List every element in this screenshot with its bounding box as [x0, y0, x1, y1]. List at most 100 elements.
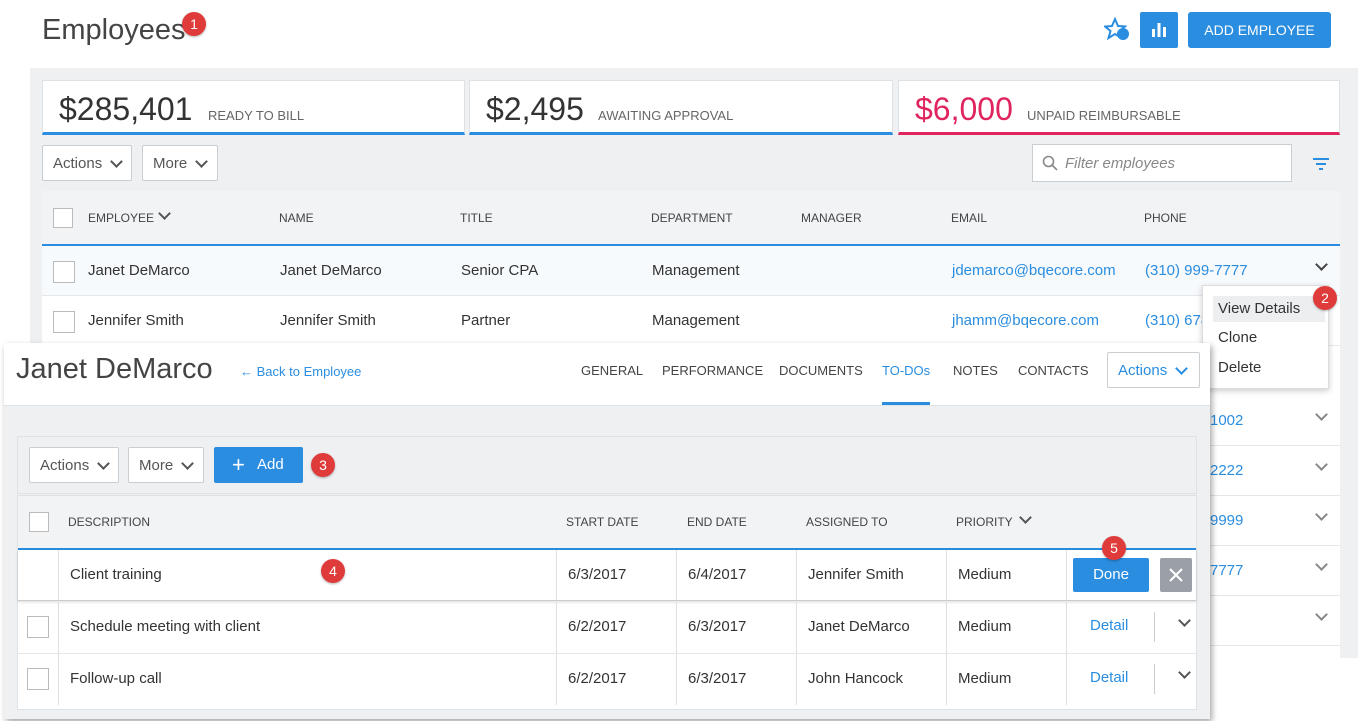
row-menu-chevron-icon[interactable]	[1315, 408, 1328, 421]
cell-start-date[interactable]: 6/3/2017	[568, 566, 626, 583]
callout-badge-4: 4	[321, 559, 345, 583]
tab-contacts[interactable]: CONTACTS	[1018, 363, 1089, 378]
col-end-date[interactable]: END DATE	[687, 515, 747, 529]
row-menu-chevron-icon[interactable]	[1315, 558, 1328, 571]
cell-employee: Jennifer Smith	[88, 312, 184, 329]
cell-end-date: 6/3/2017	[688, 670, 747, 687]
table-row[interactable]: Janet DeMarco Janet DeMarco Senior CPA M…	[42, 246, 1340, 296]
menu-item-delete[interactable]: Delete	[1218, 359, 1261, 376]
col-assigned-to[interactable]: ASSIGNED TO	[806, 515, 888, 529]
card-label: AWAITING APPROVAL	[598, 108, 734, 123]
todo-row[interactable]: Schedule meeting with client 6/2/2017 6/…	[18, 602, 1196, 654]
row-menu-chevron-icon[interactable]	[1178, 614, 1191, 627]
sort-chevron-icon	[158, 207, 171, 220]
row-menu-chevron-icon[interactable]	[1178, 666, 1191, 679]
actions-dropdown[interactable]: Actions	[42, 145, 132, 181]
col-manager[interactable]: MANAGER	[801, 211, 862, 225]
card-amount: $285,401	[59, 91, 193, 127]
cell-description[interactable]: Client training	[70, 566, 162, 583]
col-title[interactable]: TITLE	[460, 211, 493, 225]
more-dropdown[interactable]: More	[142, 145, 218, 181]
detail-actions-dropdown[interactable]: Actions	[1107, 352, 1200, 388]
page-title: Employees	[42, 14, 186, 46]
tab-todos[interactable]: TO-DOs	[882, 363, 930, 378]
tab-documents[interactable]: DOCUMENTS	[779, 363, 863, 378]
search-icon	[1042, 155, 1058, 171]
cell-phone[interactable]: (310) 678	[1145, 312, 1209, 329]
cell-priority[interactable]: Medium	[958, 566, 1011, 583]
cell-name: Jennifer Smith	[280, 312, 376, 329]
row-checkbox[interactable]	[27, 616, 49, 638]
todo-table-header: DESCRIPTION START DATE END DATE ASSIGNED…	[18, 496, 1196, 550]
filter-employees-input[interactable]: Filter employees	[1032, 144, 1292, 182]
add-todo-button[interactable]: + Add	[214, 447, 303, 483]
cell-assigned-to[interactable]: Jennifer Smith	[808, 566, 904, 583]
row-checkbox[interactable]	[53, 261, 75, 283]
tab-general[interactable]: GENERAL	[581, 363, 643, 378]
cell-phone-partial[interactable]: 1002	[1210, 412, 1243, 429]
actions-label: Actions	[1118, 361, 1168, 379]
cell-priority: Medium	[958, 618, 1012, 635]
card-awaiting-approval[interactable]: $2,495 AWAITING APPROVAL	[469, 80, 893, 135]
favorite-star-icon[interactable]	[1102, 16, 1132, 43]
row-checkbox[interactable]	[27, 668, 49, 690]
cell-phone-partial[interactable]: 2222	[1210, 462, 1243, 479]
col-email[interactable]: EMAIL	[951, 211, 987, 225]
row-menu-chevron-icon[interactable]	[1315, 458, 1328, 471]
row-menu-chevron-icon[interactable]	[1315, 508, 1328, 521]
col-name[interactable]: NAME	[279, 211, 314, 225]
col-department[interactable]: DEPARTMENT	[651, 211, 733, 225]
menu-item-clone[interactable]: Clone	[1218, 329, 1257, 346]
cell-end-date: 6/3/2017	[688, 618, 747, 635]
col-phone[interactable]: PHONE	[1144, 211, 1187, 225]
cell-email[interactable]: jdemarco@bqecore.com	[952, 262, 1116, 279]
sort-chevron-icon	[1019, 511, 1032, 524]
back-to-employee-link[interactable]: ← Back to Employee	[240, 364, 361, 379]
select-all-checkbox[interactable]	[29, 512, 49, 532]
cell-end-date[interactable]: 6/4/2017	[688, 566, 746, 583]
col-start-date[interactable]: START DATE	[566, 515, 638, 529]
chevron-down-icon	[195, 154, 209, 168]
table-row[interactable]: Jennifer Smith Jennifer Smith Partner Ma…	[42, 296, 1340, 346]
card-label: READY TO BILL	[208, 108, 305, 123]
col-priority[interactable]: PRIORITY	[956, 515, 1013, 529]
tab-notes[interactable]: NOTES	[953, 363, 998, 378]
row-menu-chevron-icon[interactable]	[1315, 258, 1328, 271]
row-context-menu: View Details Clone Delete	[1202, 285, 1329, 389]
detail-link[interactable]: Detail	[1090, 669, 1128, 686]
todo-row[interactable]: Follow-up call 6/2/2017 6/3/2017 John Ha…	[18, 654, 1196, 705]
cancel-edit-button[interactable]	[1160, 558, 1192, 592]
cell-phone[interactable]: (310) 999-7777	[1145, 262, 1248, 279]
col-description[interactable]: DESCRIPTION	[68, 515, 150, 529]
filter-icon[interactable]	[1312, 157, 1330, 171]
row-menu-chevron-icon[interactable]	[1315, 608, 1328, 621]
todo-more-dropdown[interactable]: More	[128, 447, 204, 483]
row-checkbox[interactable]	[53, 311, 75, 333]
cell-phone-partial[interactable]: 9999	[1210, 512, 1243, 529]
add-employee-button[interactable]: ADD EMPLOYEE	[1188, 12, 1331, 48]
done-button[interactable]: Done	[1073, 558, 1149, 592]
plus-icon: +	[232, 452, 245, 477]
todo-actions-dropdown[interactable]: Actions	[29, 447, 119, 483]
employee-detail-overlay: Janet DeMarco ← Back to Employee GENERAL…	[4, 343, 1210, 719]
menu-item-view-details[interactable]: View Details	[1213, 296, 1325, 322]
cell-description: Follow-up call	[70, 670, 162, 687]
reports-chart-button[interactable]	[1140, 12, 1178, 48]
cell-email[interactable]: jhamm@bqecore.com	[952, 312, 1099, 329]
callout-badge-3: 3	[311, 453, 335, 477]
col-employee[interactable]: EMPLOYEE	[88, 211, 154, 225]
callout-badge-2: 2	[1313, 286, 1337, 310]
cell-assigned-to: Janet DeMarco	[808, 618, 910, 635]
cell-title: Partner	[461, 312, 511, 329]
callout-badge-5: 5	[1102, 536, 1126, 560]
tab-performance[interactable]: PERFORMANCE	[662, 363, 763, 378]
card-unpaid-reimbursable[interactable]: $6,000 UNPAID REIMBURSABLE	[898, 80, 1340, 135]
todo-row-editing[interactable]: Client training 6/3/2017 6/4/2017 Jennif…	[18, 550, 1196, 601]
chevron-down-icon	[110, 154, 123, 168]
actions-label: Actions	[40, 456, 90, 474]
chevron-down-icon	[97, 456, 110, 470]
select-all-checkbox[interactable]	[53, 208, 73, 228]
card-ready-to-bill[interactable]: $285,401 READY TO BILL	[42, 80, 465, 135]
cell-phone-partial[interactable]: 7777	[1210, 562, 1243, 579]
detail-link[interactable]: Detail	[1090, 617, 1128, 634]
